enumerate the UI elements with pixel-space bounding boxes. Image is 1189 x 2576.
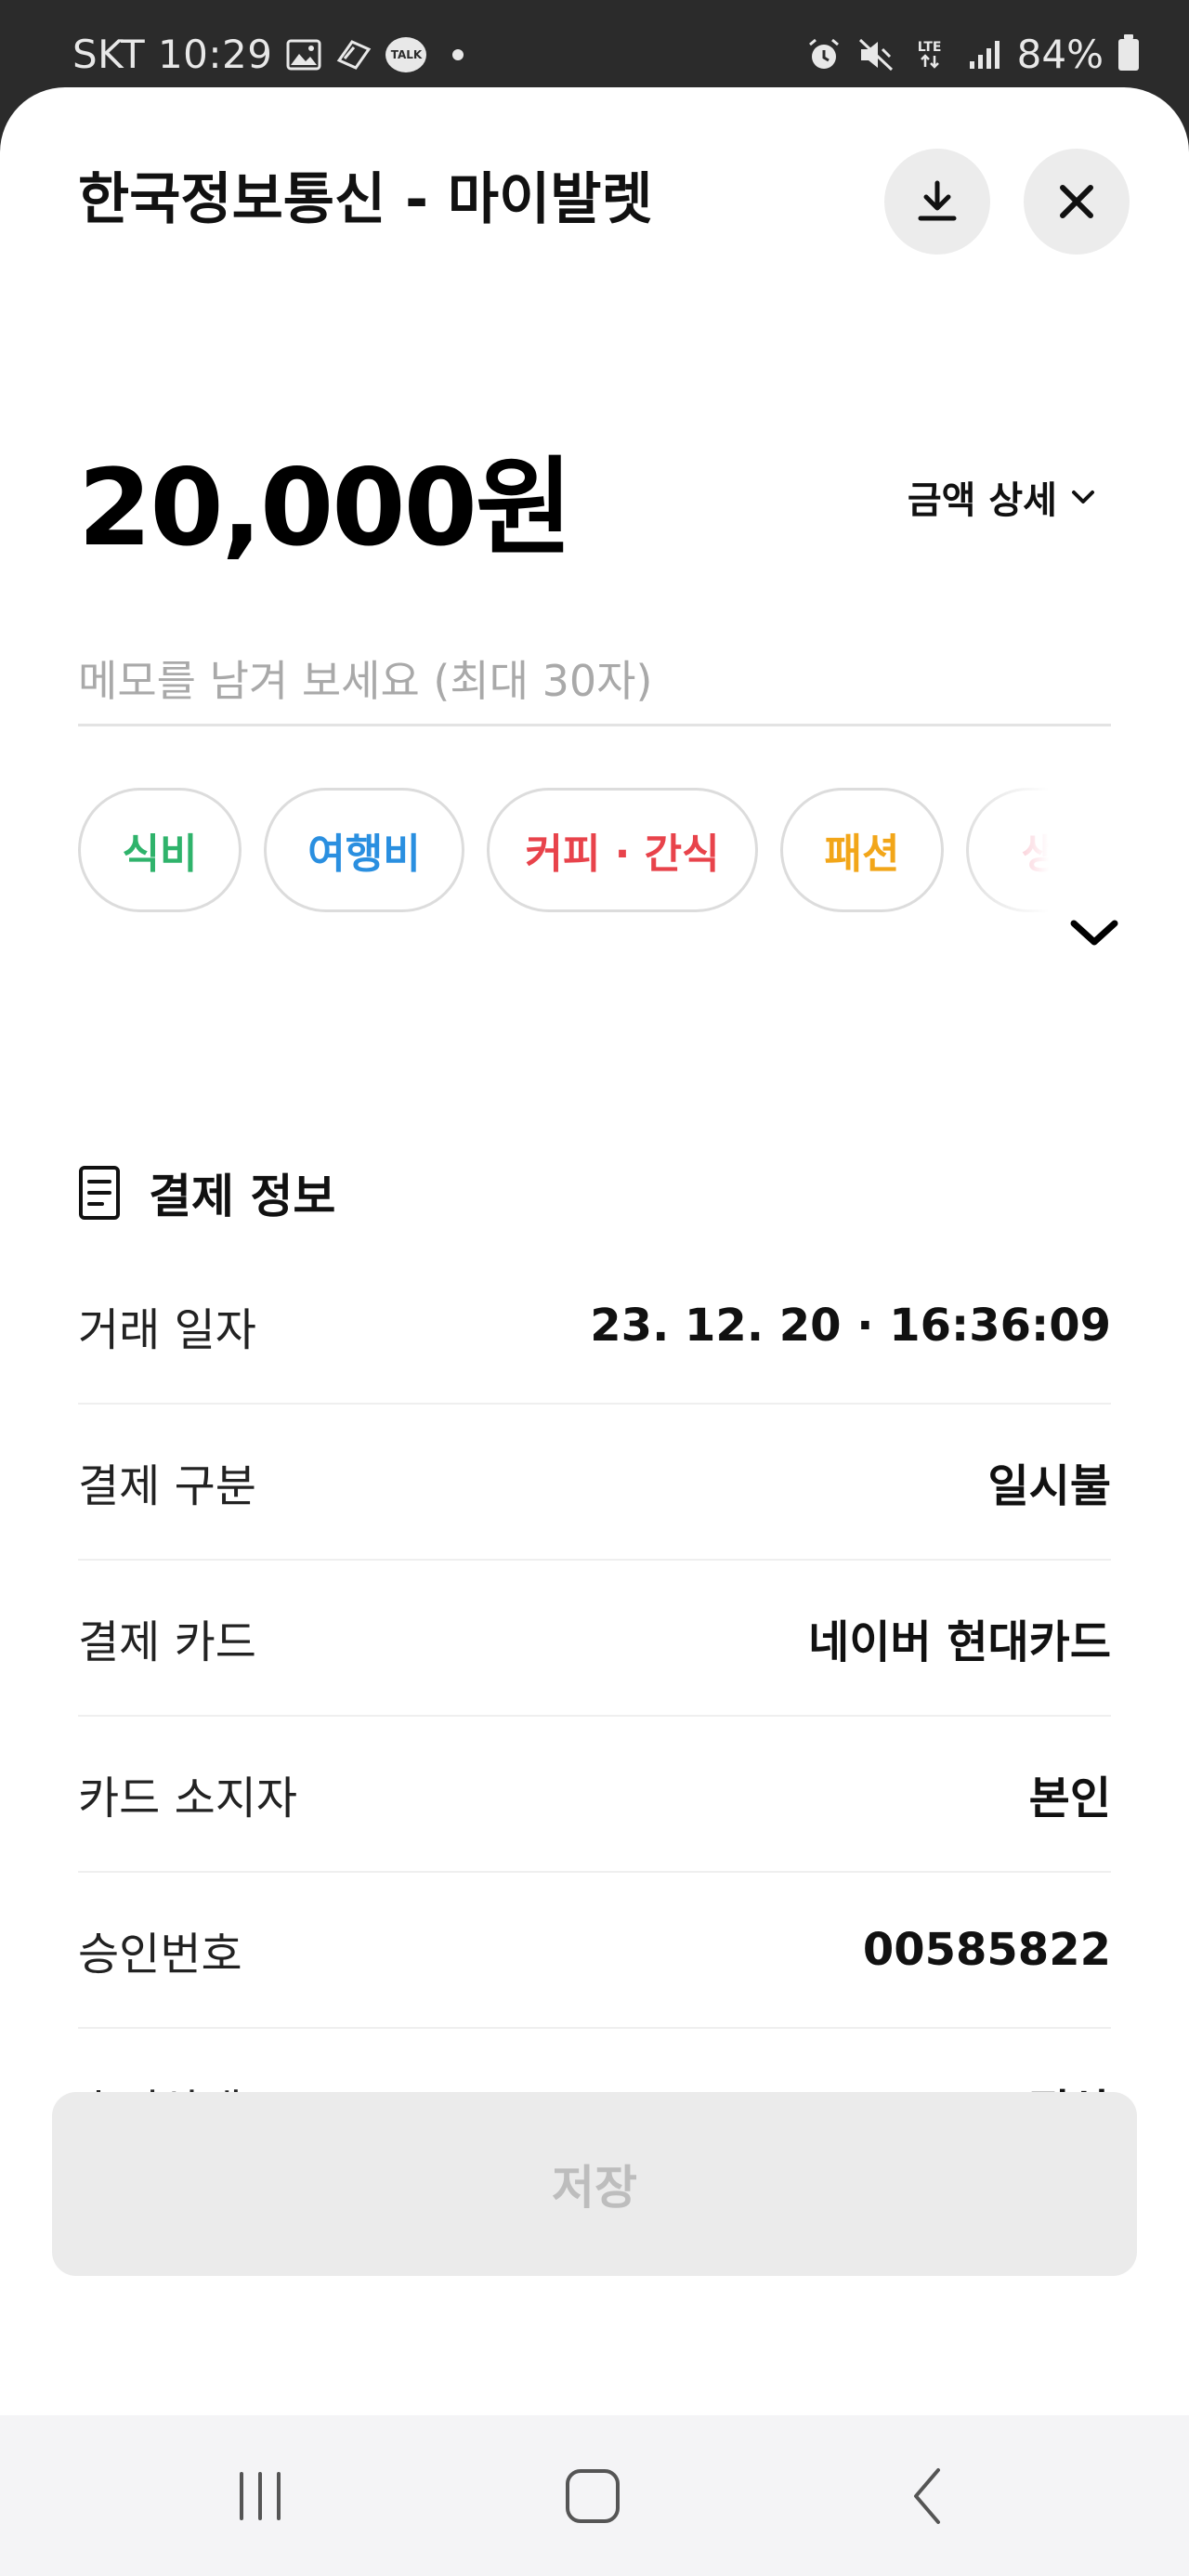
alarm-icon [805, 36, 843, 73]
lte-icon: LTE [909, 36, 950, 73]
category-chip-coffee-snack[interactable]: 커피 · 간식 [487, 788, 758, 912]
home-button[interactable] [500, 2415, 686, 2576]
amount-detail-button[interactable]: 금액 상세 [908, 470, 1096, 524]
mute-icon [857, 36, 895, 73]
amount-detail-label: 금액 상세 [907, 479, 1057, 522]
back-button[interactable] [834, 2415, 1020, 2576]
chip-label: 식비 [122, 830, 198, 878]
category-chip-fashion[interactable]: 패션 [780, 788, 944, 912]
info-label: 결제 구분 [78, 1460, 256, 1512]
memo-input[interactable] [78, 637, 1111, 726]
info-row-payment-type: 결제 구분 일시불 [78, 1405, 1111, 1561]
close-icon [1060, 185, 1093, 218]
close-button[interactable] [1024, 149, 1130, 255]
info-row-payment-card: 결제 카드 네이버 현대카드 [78, 1561, 1111, 1717]
info-value: 23. 12. 20 · 16:36:09 [590, 1300, 1111, 1352]
transaction-detail-sheet: 한국정보통신 - 마이발렛 20,000원 금액 상세 식비 여행비 커피 · … [0, 87, 1189, 2415]
category-chip-food[interactable]: 식비 [78, 788, 242, 912]
merchant-title: 한국정보통신 - 마이발렛 [78, 167, 653, 232]
info-label: 카드 소지자 [78, 1772, 298, 1824]
notification-dot-icon [452, 48, 464, 60]
info-row-card-holder: 카드 소지자 본인 [78, 1717, 1111, 1873]
info-label: 거래 일자 [78, 1304, 256, 1356]
system-navigation-bar [0, 2415, 1189, 2576]
gallery-icon [285, 36, 322, 73]
receipt-icon [79, 1166, 120, 1220]
recents-icon [240, 2471, 281, 2520]
info-value: 일시불 [987, 1460, 1111, 1512]
chip-label: 패션 [824, 830, 900, 878]
info-label: 승인번호 [78, 1929, 242, 1981]
recents-button[interactable] [167, 2415, 353, 2576]
expand-categories-button[interactable] [1059, 905, 1130, 961]
info-row-approval-number: 승인번호 00585822 [78, 1873, 1111, 2029]
download-icon [918, 180, 957, 221]
back-icon [914, 2467, 940, 2524]
info-value: 네이버 현대카드 [808, 1616, 1111, 1668]
status-time: SKT 10:29 [72, 32, 273, 77]
battery-percent: 84% [1016, 32, 1104, 77]
chip-label: 커피 · 간식 [525, 830, 720, 878]
info-row-transaction-date: 거래 일자 23. 12. 20 · 16:36:09 [78, 1249, 1111, 1405]
home-icon [566, 2468, 620, 2523]
chip-fade-overlay [957, 788, 1124, 918]
info-value: 본인 [1028, 1772, 1111, 1824]
kakaotalk-icon: TALK [385, 36, 427, 72]
lte-label: LTE [917, 39, 942, 55]
category-chip-travel[interactable]: 여행비 [264, 788, 464, 912]
info-label: 결제 카드 [78, 1616, 256, 1668]
info-value: 00585822 [862, 1924, 1111, 1976]
signal-icon [965, 36, 1002, 73]
amount-value: 20,000원 [78, 446, 573, 569]
payment-info-header: 결제 정보 [78, 1159, 335, 1226]
section-title: 결제 정보 [149, 1170, 336, 1223]
screenshot-icon [335, 36, 372, 73]
chevron-down-icon [1072, 490, 1094, 503]
payment-info-list: 거래 일자 23. 12. 20 · 16:36:09 결제 구분 일시불 결제… [78, 1249, 1111, 2185]
battery-icon [1118, 33, 1139, 71]
chip-label: 여행비 [307, 830, 421, 878]
save-button[interactable]: 저장 [52, 2092, 1137, 2276]
download-button[interactable] [884, 149, 990, 255]
chevron-down-icon [1070, 920, 1118, 946]
